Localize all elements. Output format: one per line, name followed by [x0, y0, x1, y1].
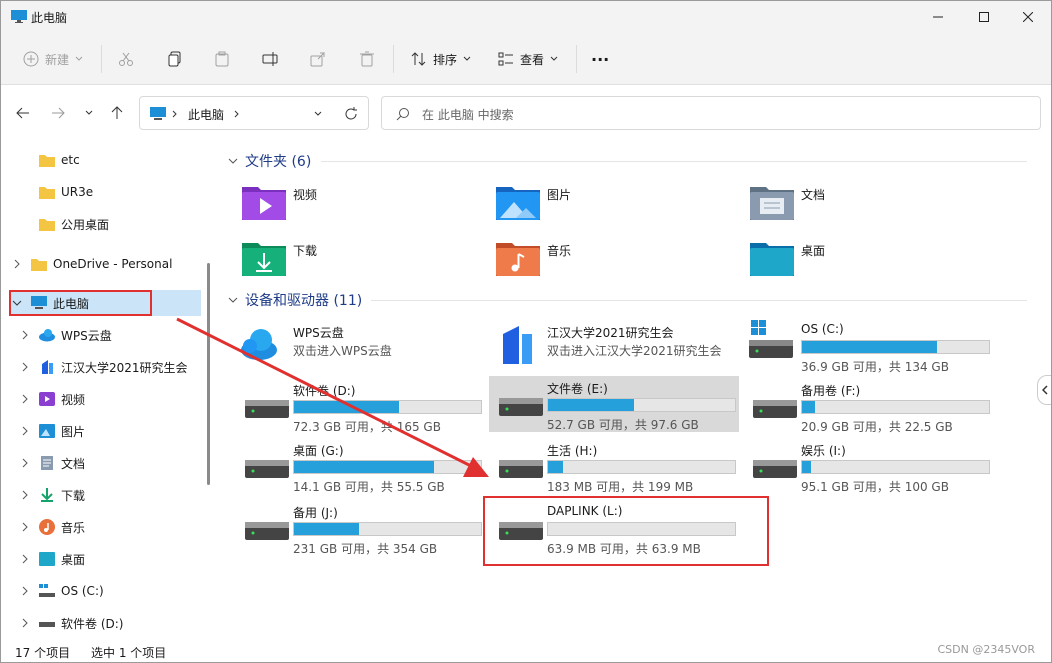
- file-explorer-window: 此电脑 新建 排序 查看 ··· 此电脑 在 此电脑 中搜索 etc UR3e …: [0, 0, 1052, 663]
- annotation-arrow: [176, 317, 489, 477]
